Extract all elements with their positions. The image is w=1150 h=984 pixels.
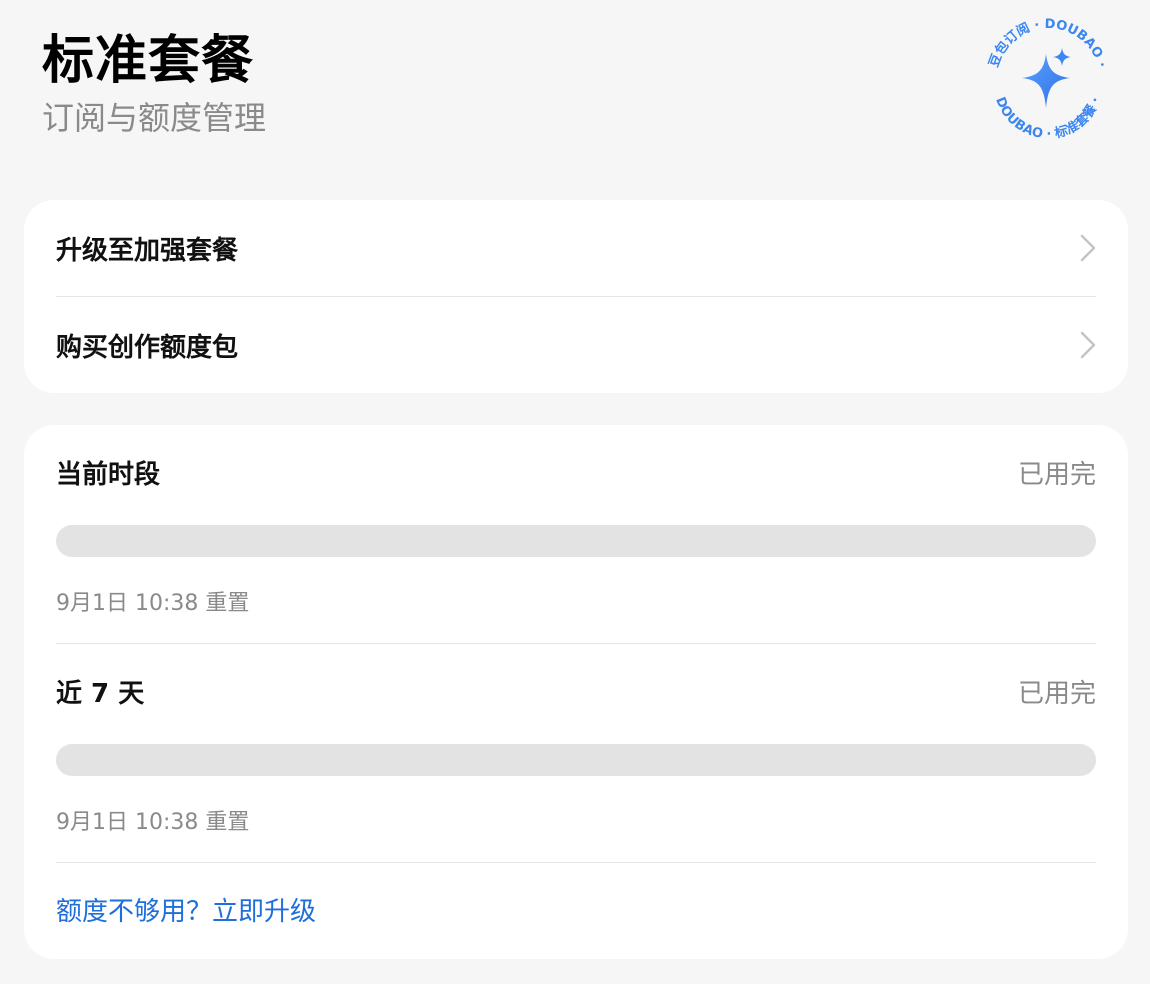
header: 标准套餐 订阅与额度管理 — [42, 28, 266, 138]
page-title: 标准套餐 — [42, 31, 255, 91]
usage-status: 已用完 — [1017, 678, 1096, 709]
upgrade-plan-button[interactable]: 升级至加强套餐 — [56, 200, 1096, 297]
usage-last-7-days: 近 7 天 已用完 9月1日 10:38 重置 — [56, 671, 1096, 861]
usage-current-period: 当前时段 已用完 9月1日 10:38 重置 — [56, 452, 1096, 642]
chevron-right-icon — [1080, 331, 1096, 359]
usage-progress-fill — [56, 744, 1096, 776]
actions-card: 升级至加强套餐 购买创作额度包 — [24, 200, 1128, 393]
svg-text:豆包订阅 · DOUBAO ·: 豆包订阅 · DOUBAO · — [987, 17, 1110, 69]
usage-progress-bar — [56, 525, 1096, 557]
svg-text:DOUBAO · 标准套餐 ·: DOUBAO · 标准套餐 · — [992, 95, 1104, 142]
seal-text-top: 豆包订阅 · DOUBAO · — [987, 17, 1110, 69]
page-subtitle: 订阅与额度管理 — [42, 99, 267, 137]
doubao-seal-logo: 豆包订阅 · DOUBAO · DOUBAO · 标准套餐 · — [987, 17, 1110, 142]
chevron-right-icon — [1080, 234, 1096, 262]
divider — [56, 862, 1096, 863]
action-label: 购买创作额度包 — [56, 332, 239, 363]
action-label: 升级至加强套餐 — [56, 235, 239, 266]
sparkle-star-icon — [1022, 48, 1071, 108]
usage-card: 当前时段 已用完 9月1日 10:38 重置 近 7 天 已用完 9月1日 10… — [24, 425, 1128, 959]
reset-time: 9月1日 10:38 重置 — [56, 591, 250, 616]
upgrade-now-link[interactable]: 额度不够用？立即升级 — [56, 891, 316, 928]
usage-progress-fill — [56, 525, 1096, 557]
usage-progress-bar — [56, 744, 1096, 776]
divider — [56, 643, 1096, 644]
usage-title: 当前时段 — [56, 459, 161, 490]
usage-title: 近 7 天 — [56, 678, 145, 709]
usage-status: 已用完 — [1017, 459, 1096, 490]
reset-time: 9月1日 10:38 重置 — [56, 810, 250, 835]
seal-text-bottom: DOUBAO · 标准套餐 · — [992, 95, 1104, 142]
buy-credit-pack-button[interactable]: 购买创作额度包 — [56, 297, 1096, 393]
